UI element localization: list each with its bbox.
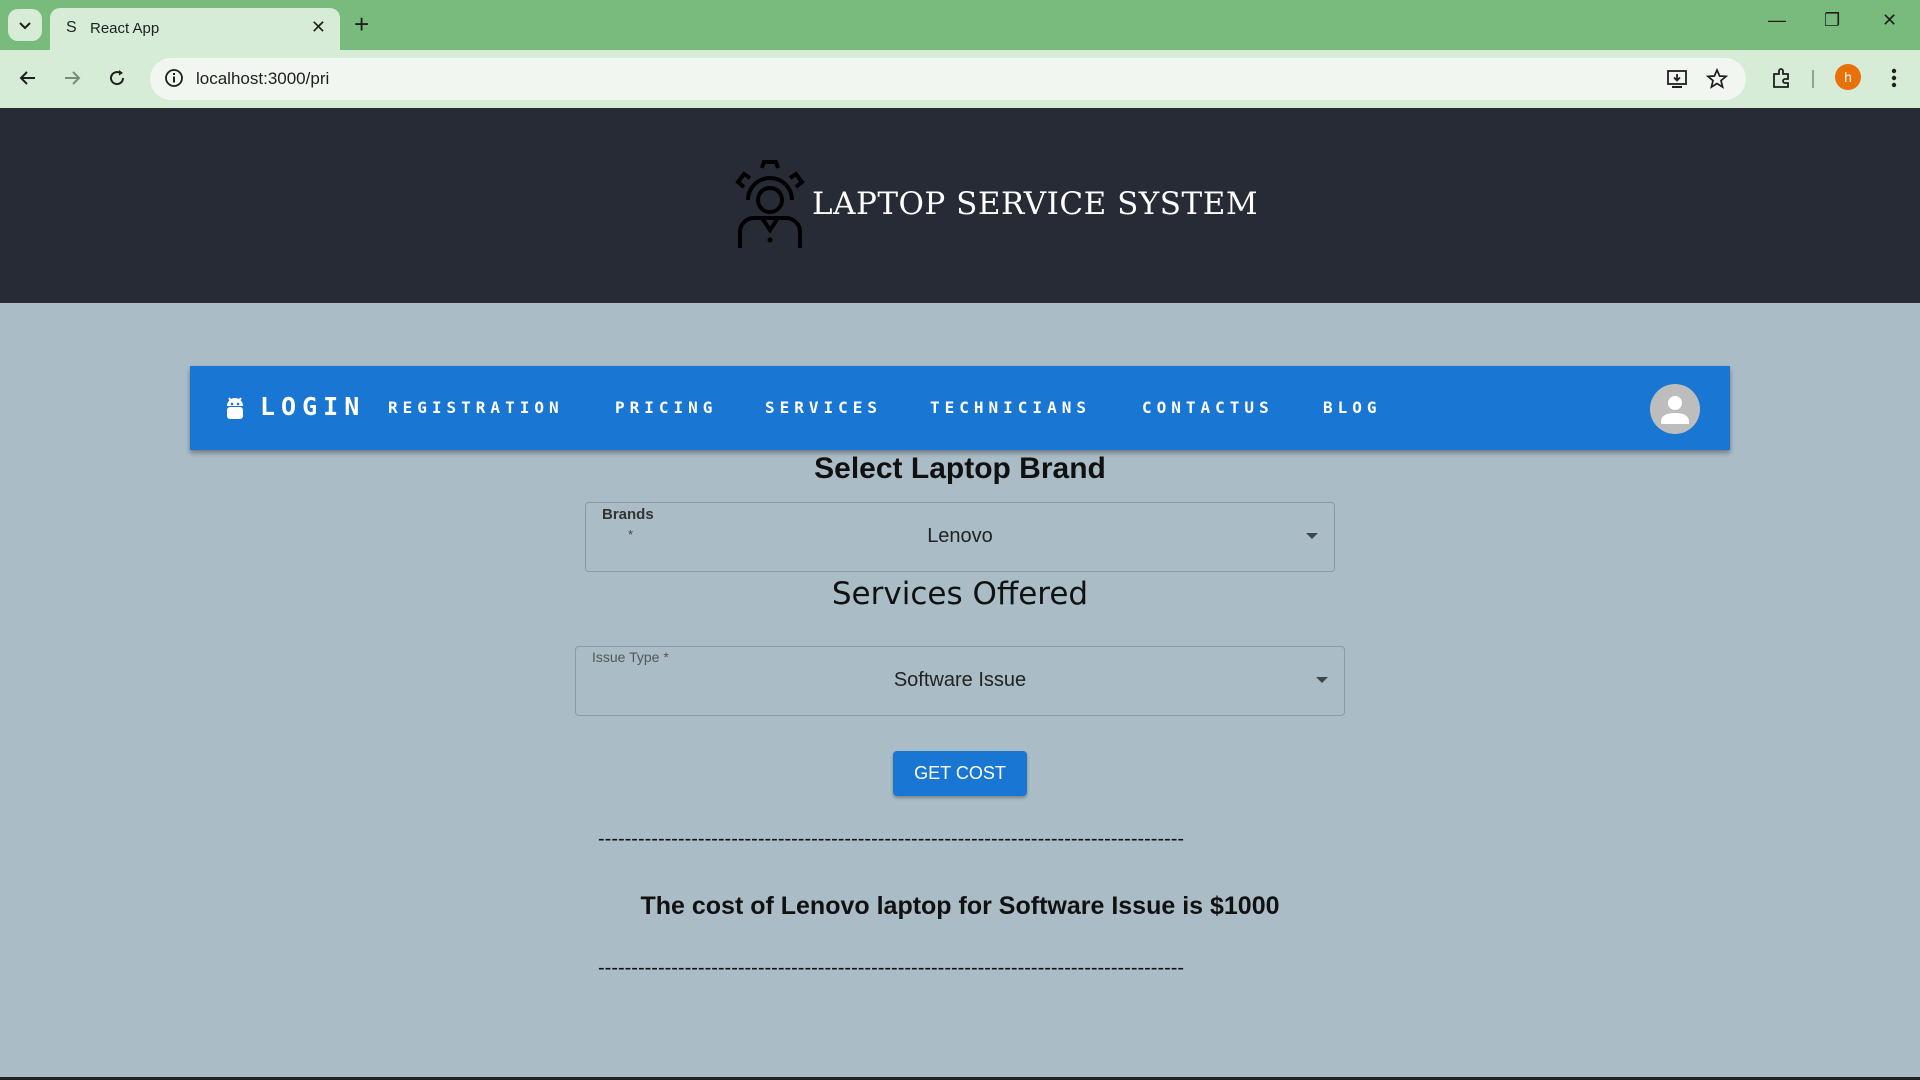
minimize-icon[interactable]: — [1768,10,1786,31]
kebab-menu-icon[interactable] [1884,66,1904,90]
services-offered-heading: Services Offered [831,576,1089,612]
dropdown-arrow-icon[interactable] [1306,533,1318,539]
select-brand-heading: Select Laptop Brand [814,452,1106,485]
tab-favicon-icon: S [66,19,77,36]
separator-top: ----------------------------------------… [598,828,1185,850]
brand-select-value[interactable]: Lenovo [586,525,1334,548]
new-tab-icon[interactable]: + [354,9,369,39]
site-info-icon[interactable] [164,68,184,88]
window-close-icon[interactable]: ✕ [1882,10,1897,31]
address-bar[interactable]: localhost:3000/pri [150,58,1746,100]
issue-type-label: Issue Type * [592,649,669,665]
extensions-icon[interactable] [1770,66,1794,90]
tab-close-icon[interactable]: ✕ [311,17,326,38]
nav-blog[interactable]: BLOG [1323,398,1382,417]
install-app-icon[interactable] [1666,68,1688,90]
reload-icon [110,70,125,86]
tab-search-button[interactable] [8,9,42,41]
cost-result-text: The cost of Lenovo laptop for Software I… [640,892,1280,920]
separator-bottom: ----------------------------------------… [598,957,1185,979]
navigation-bar: LOGIN REGISTRATION PRICING SERVICES TECH… [190,366,1730,450]
brand-select-label: Brands [602,506,654,523]
nav-pricing[interactable]: PRICING [615,398,717,417]
chevron-down-icon [19,22,31,30]
android-icon [227,397,243,419]
site-header: LAPTOP SERVICE SYSTEM [0,108,1920,303]
dropdown-arrow-icon[interactable] [1316,677,1328,683]
nav-registration[interactable]: REGISTRATION [388,398,564,417]
bookmark-star-icon[interactable] [1706,68,1728,90]
reload-button[interactable] [101,62,133,94]
forward-button[interactable] [56,62,88,94]
toolbar-divider [1812,70,1814,88]
person-icon [1661,396,1689,424]
issue-type-select[interactable]: Issue Type * Software Issue [575,646,1345,716]
brand-select[interactable]: Brands * Lenovo [585,502,1335,572]
nav-brand-login[interactable]: LOGIN [260,392,365,421]
nav-contactus[interactable]: CONTACTUS [1142,398,1274,417]
browser-tabstrip: S React App ✕ + — ❐ ✕ [0,0,1920,50]
get-cost-button[interactable]: GET COST [893,751,1027,796]
tab-title: React App [90,20,160,37]
issue-type-value[interactable]: Software Issue [576,669,1344,692]
restore-icon[interactable]: ❐ [1824,10,1840,31]
back-button[interactable] [12,62,44,94]
nav-technicians[interactable]: TECHNICIANS [930,398,1091,417]
browser-toolbar: localhost:3000/pri h [0,50,1920,108]
browser-tab[interactable]: S React App ✕ [50,8,340,50]
technician-gear-icon [735,160,805,248]
url-text[interactable]: localhost:3000/pri [196,69,329,89]
site-title: LAPTOP SERVICE SYSTEM [812,186,1259,222]
user-avatar-button[interactable] [1650,384,1700,434]
profile-avatar[interactable]: h [1835,64,1861,90]
arrow-right-icon [65,71,81,85]
nav-services[interactable]: SERVICES [765,398,882,417]
arrow-left-icon [19,71,35,85]
